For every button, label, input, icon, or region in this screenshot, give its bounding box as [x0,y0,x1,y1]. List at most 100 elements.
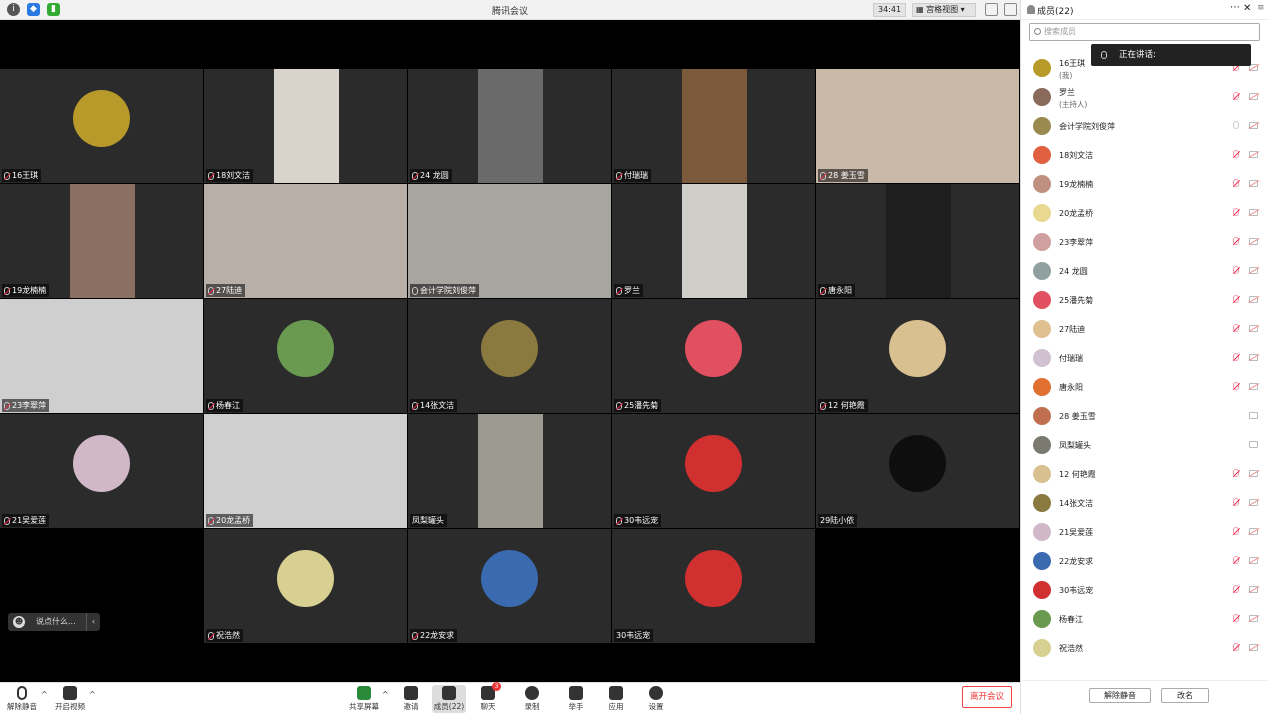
video-tile[interactable]: 30韦远宠 [612,414,815,528]
camera-off-icon[interactable] [1249,586,1258,593]
mic-muted-icon[interactable] [1233,237,1239,245]
participant-row[interactable]: 24 龙圆 [1021,256,1268,285]
video-tile[interactable]: 28 姜玉雪 [816,69,1019,183]
camera-off-icon[interactable] [1249,151,1258,158]
camera-off-icon[interactable] [1249,528,1258,535]
camera-off-icon[interactable] [1249,441,1258,448]
mic-muted-icon[interactable] [1233,556,1239,564]
camera-off-icon[interactable] [1249,557,1258,564]
unmute-button[interactable]: 解除静音 [5,685,39,713]
camera-off-icon[interactable] [1249,238,1258,245]
participant-row[interactable]: 30韦远宠 [1021,575,1268,604]
menu-icon[interactable]: ≡ [1257,3,1265,13]
camera-off-icon[interactable] [1249,383,1258,390]
camera-off-icon[interactable] [1249,209,1258,216]
start-video-button[interactable]: 开启视频 [53,685,87,713]
participant-row[interactable]: 杨春江 [1021,604,1268,633]
participant-row[interactable]: 20龙孟桥 [1021,198,1268,227]
camera-off-icon[interactable] [1249,180,1258,187]
share-screen-button[interactable]: 共享屏幕 [347,685,381,713]
close-icon[interactable]: ✕ [1243,3,1251,14]
video-tile[interactable]: 会计学院刘俊萍 [408,184,611,298]
mic-icon[interactable] [1233,121,1239,129]
mic-muted-icon[interactable] [1233,527,1239,535]
mic-muted-icon[interactable] [1233,614,1239,622]
video-tile[interactable]: 罗兰 [612,184,815,298]
participant-row[interactable]: 19龙楠楠 [1021,169,1268,198]
video-tile[interactable]: 23李翠萍 [0,299,203,413]
share-options-caret-icon[interactable]: ^ [382,690,389,699]
video-tile[interactable]: 29陆小依 [816,414,1019,528]
participant-row[interactable]: 18刘文洁 [1021,140,1268,169]
video-tile[interactable]: 祝浩然 [204,529,407,643]
camera-off-icon[interactable] [1249,470,1258,477]
raise-hand-button[interactable]: 举手 [559,685,593,713]
mic-muted-icon[interactable] [1233,266,1239,274]
video-tile[interactable]: 唐永阳 [816,184,1019,298]
participant-row[interactable]: 唐永阳 [1021,372,1268,401]
mic-muted-icon[interactable] [1233,585,1239,593]
settings-button[interactable]: 设置 [639,685,673,713]
camera-off-icon[interactable] [1249,354,1258,361]
camera-off-icon[interactable] [1249,325,1258,332]
video-tile[interactable]: 杨春江 [204,299,407,413]
mic-muted-icon[interactable] [1233,353,1239,361]
participant-row[interactable]: 会计学院刘俊萍 [1021,111,1268,140]
participant-row[interactable]: 付瑞瑞 [1021,343,1268,372]
camera-off-icon[interactable] [1249,93,1258,100]
video-tile[interactable]: 16王琪 [0,69,203,183]
camera-off-icon[interactable] [1249,122,1258,129]
sidebar-toggle-icon[interactable] [1004,3,1017,16]
video-tile[interactable]: 付瑞瑞 [612,69,815,183]
chat-input-pill[interactable]: ☻ 说点什么... ‹ [8,613,100,631]
participant-row[interactable]: 28 姜玉雪 [1021,401,1268,430]
more-options-icon[interactable]: ⋯ [1230,2,1240,13]
mic-muted-icon[interactable] [1233,469,1239,477]
members-button[interactable]: 成员(22) [432,685,466,713]
participant-row[interactable]: 12 何艳霞 [1021,459,1268,488]
camera-off-icon[interactable] [1249,296,1258,303]
video-tile[interactable]: 21吴爱莲 [0,414,203,528]
leave-meeting-button[interactable]: 离开会议 [962,686,1012,708]
video-tile[interactable]: 30韦远宠 [612,529,815,643]
mic-muted-icon[interactable] [1233,498,1239,506]
participant-row[interactable]: 22龙安求 [1021,546,1268,575]
participant-row[interactable]: 27陆迪 [1021,314,1268,343]
video-tile[interactable]: 22龙安求 [408,529,611,643]
video-options-caret-icon[interactable]: ^ [89,690,96,699]
emoji-icon[interactable]: ☻ [13,616,25,628]
participant-row[interactable]: 祝浩然 [1021,633,1268,662]
video-tile[interactable]: 14张文洁 [408,299,611,413]
participant-row[interactable]: 23李翠萍 [1021,227,1268,256]
unmute-all-button[interactable]: 解除静音 [1089,688,1151,703]
participant-row[interactable]: 罗兰 (主持人) [1021,82,1268,111]
video-tile[interactable]: 27陆迪 [204,184,407,298]
camera-off-icon[interactable] [1249,615,1258,622]
invite-button[interactable]: 邀请 [394,685,428,713]
participant-row[interactable]: 凤梨罐头 [1021,430,1268,459]
apps-button[interactable]: 应用 [599,685,633,713]
mic-muted-icon[interactable] [1233,150,1239,158]
audio-options-caret-icon[interactable]: ^ [41,690,48,699]
mic-muted-icon[interactable] [1233,208,1239,216]
video-tile[interactable]: 24 龙圆 [408,69,611,183]
mic-muted-icon[interactable] [1233,324,1239,332]
view-mode-button[interactable]: ▦ 宫格视图 ▾ [912,3,976,17]
video-tile[interactable]: 20龙孟桥 [204,414,407,528]
mic-muted-icon[interactable] [1233,92,1239,100]
camera-off-icon[interactable] [1249,267,1258,274]
mic-muted-icon[interactable] [1233,643,1239,651]
video-tile[interactable]: 18刘文洁 [204,69,407,183]
member-search-input[interactable]: 搜索成员 [1029,23,1260,41]
mic-muted-icon[interactable] [1233,179,1239,187]
video-tile[interactable]: 19龙楠楠 [0,184,203,298]
video-tile[interactable]: 25潘先菊 [612,299,815,413]
participant-row[interactable]: 14张文洁 [1021,488,1268,517]
participant-row[interactable]: 21吴爱莲 [1021,517,1268,546]
fullscreen-icon[interactable] [985,3,998,16]
video-tile[interactable]: 凤梨罐头 [408,414,611,528]
collapse-chevron-icon[interactable]: ‹ [86,613,100,631]
record-button[interactable]: 录制 [515,685,549,713]
participant-row[interactable]: 25潘先菊 [1021,285,1268,314]
chat-button[interactable]: 3 聊天 [471,682,505,713]
